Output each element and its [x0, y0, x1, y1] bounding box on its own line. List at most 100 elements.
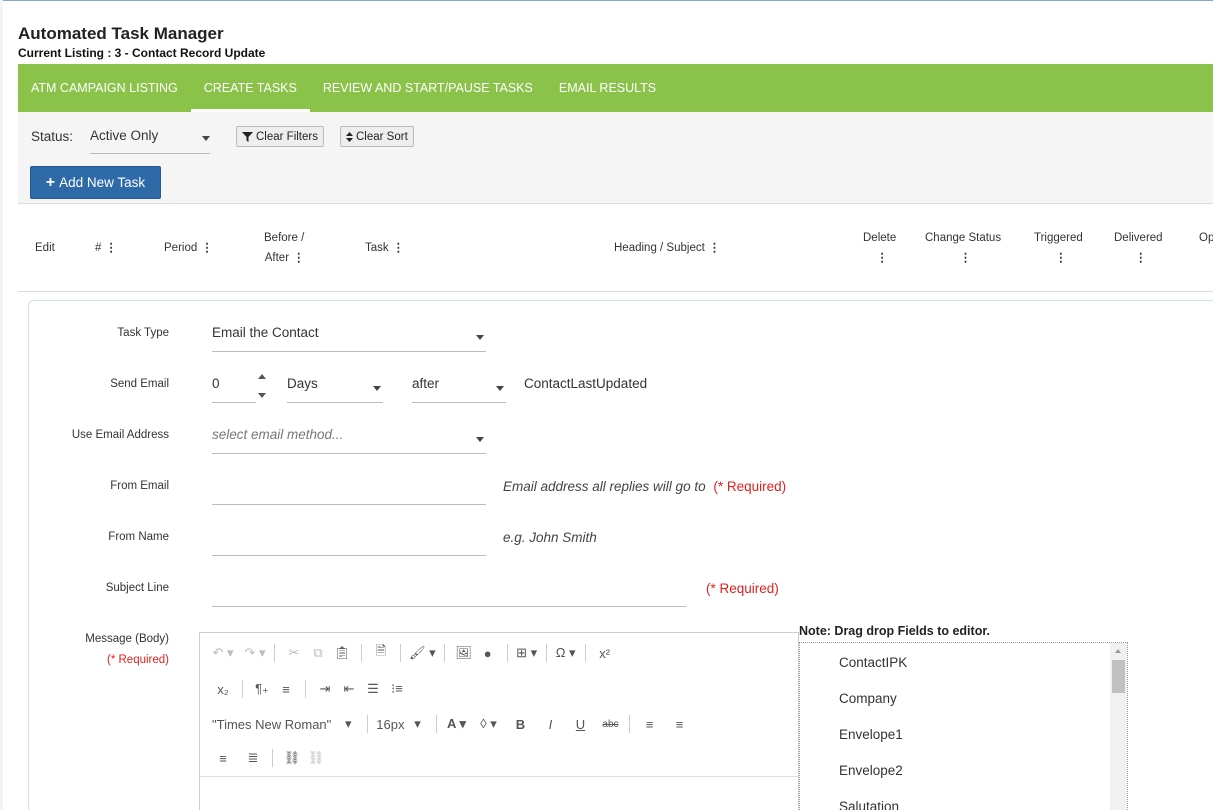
column-menu-icon[interactable]: ⋮ [867, 248, 896, 268]
unordered-list-icon[interactable]: ⁝≡ [386, 678, 408, 700]
col-heading-subject[interactable]: Heading / Subject ⋮ [614, 238, 720, 258]
rich-text-editor[interactable]: ↶ ▾ ↷ ▾ ✂ ⧉ 📋︎ 🗎︎ 🖌︎ ▾ 🖼︎ ● ⊞ ▾ Ω ▾ x² x… [199, 632, 799, 810]
status-select[interactable]: Active Only [90, 124, 210, 154]
col-change-status[interactable]: Change Status ⋮ [925, 228, 1001, 268]
subject-line-input[interactable] [212, 576, 686, 607]
align-center-icon[interactable]: ≡ [668, 713, 690, 735]
underline-icon[interactable]: U [569, 713, 591, 735]
chevron-down-icon [202, 136, 210, 141]
background-color-icon[interactable]: ◊ ▾ [477, 713, 499, 735]
column-menu-icon[interactable]: ⋮ [393, 242, 404, 254]
field-item[interactable]: ContactIPK [839, 655, 907, 670]
unlink-icon[interactable]: ⛓︎ [305, 747, 327, 769]
tab-email-results[interactable]: EMAIL RESULTS [546, 64, 669, 112]
number-stepper[interactable] [257, 373, 267, 399]
send-email-field: ContactLastUpdated [524, 376, 648, 391]
chevron-down-icon[interactable]: ▾ [406, 713, 428, 735]
bold-icon[interactable]: B [509, 713, 531, 735]
outdent-icon[interactable]: ⇤ [338, 678, 360, 700]
message-body-label: Message (Body) [85, 633, 169, 645]
fields-list: ContactIPK Company Envelope1 Envelope2 S… [799, 642, 1128, 810]
copy-icon[interactable]: ⧉ [307, 642, 329, 664]
paste-from-word-icon[interactable]: 🗎︎ [370, 642, 392, 664]
column-menu-icon[interactable]: ⋮ [709, 242, 720, 254]
task-table-header: Edit # ⋮ Period ⋮ Before / After ⋮ Task ⋮ Hea… [18, 204, 1213, 292]
chevron-down-icon [496, 386, 504, 391]
col-delivered[interactable]: Delivered ⋮ [1114, 228, 1163, 268]
special-character-icon[interactable]: Ω ▾ [555, 642, 577, 664]
col-before-after[interactable]: Before / After ⋮ [264, 228, 304, 268]
align-icon[interactable]: ≡ [275, 678, 297, 700]
format-painter-icon[interactable]: 🖌︎ ▾ [409, 642, 436, 664]
status-label: Status: [31, 129, 74, 144]
chevron-down-icon [373, 386, 381, 391]
subject-line-required: (* Required) [706, 581, 779, 596]
tab-create-tasks[interactable]: CREATE TASKS [190, 64, 310, 112]
col-op: Op [1199, 232, 1213, 244]
column-menu-icon[interactable]: ⋮ [929, 248, 1001, 268]
text-color-icon[interactable]: A ▾ [445, 713, 467, 735]
chevron-down-icon[interactable]: ▾ [337, 713, 359, 735]
col-delete[interactable]: Delete ⋮ [863, 228, 896, 268]
col-triggered[interactable]: Triggered ⋮ [1034, 228, 1083, 268]
column-menu-icon[interactable]: ⋮ [1038, 248, 1083, 268]
field-item[interactable]: Company [839, 691, 897, 706]
stepper-arrows-icon [258, 374, 266, 398]
link-icon[interactable]: ⛓︎ [281, 747, 303, 769]
from-name-label: From Name [108, 531, 169, 543]
column-menu-icon[interactable]: ⋮ [1118, 248, 1163, 268]
field-item[interactable]: Salutation [839, 799, 899, 810]
insert-image-icon[interactable]: 🖼︎ [453, 642, 475, 664]
fields-note: Note: Drag drop Fields to editor. [799, 624, 990, 638]
italic-icon[interactable]: I [539, 713, 561, 735]
email-method-select[interactable]: select email method... [212, 423, 486, 454]
task-type-select[interactable]: Email the Contact [212, 321, 486, 352]
column-menu-icon[interactable]: ⋮ [105, 242, 116, 254]
justify-icon[interactable]: ≣ [242, 747, 264, 769]
send-email-relation-select[interactable]: after [412, 372, 506, 403]
insert-table-icon[interactable]: ⊞ ▾ [516, 642, 538, 664]
clear-filters-button[interactable]: Clear Filters [236, 126, 324, 147]
sort-icon [346, 131, 353, 142]
col-task[interactable]: Task ⋮ [365, 238, 404, 258]
tab-review-start-pause[interactable]: REVIEW AND START/PAUSE TASKS [310, 64, 546, 112]
filter-toolbar: Status: Active Only Clear Filters Clear … [18, 112, 1213, 204]
field-item[interactable]: Envelope2 [839, 763, 903, 778]
col-period[interactable]: Period ⋮ [164, 238, 213, 258]
paste-icon[interactable]: 📋︎ [331, 642, 353, 664]
strikethrough-icon[interactable]: abc [599, 713, 621, 735]
redo-icon[interactable]: ↷ ▾ [244, 642, 266, 664]
from-email-input[interactable] [212, 474, 486, 505]
paragraph-format-icon[interactable]: ¶₊ [251, 678, 273, 700]
font-family-select[interactable]: "Times New Roman" [212, 713, 335, 735]
send-email-label: Send Email [110, 378, 169, 390]
ordered-list-icon[interactable]: ☰ [362, 678, 384, 700]
align-left-icon[interactable]: ≡ [638, 713, 660, 735]
column-menu-icon[interactable]: ⋮ [293, 252, 304, 264]
scroll-up-icon[interactable] [1115, 649, 1121, 653]
insert-video-icon[interactable]: ● [477, 642, 499, 664]
field-item[interactable]: Envelope1 [839, 727, 903, 742]
send-email-unit-select[interactable]: Days [287, 372, 383, 403]
superscript-icon[interactable]: x² [594, 642, 616, 664]
tab-atm-campaign-listing[interactable]: ATM CAMPAIGN LISTING [18, 64, 191, 112]
clear-sort-button[interactable]: Clear Sort [340, 126, 414, 147]
from-name-input[interactable] [212, 525, 486, 556]
add-new-task-label: Add New Task [59, 175, 146, 190]
cut-icon[interactable]: ✂ [283, 642, 305, 664]
undo-icon[interactable]: ↶ ▾ [212, 642, 234, 664]
scroll-thumb[interactable] [1112, 660, 1125, 693]
send-email-number-input[interactable]: 0 [212, 372, 256, 403]
fields-scrollbar[interactable] [1110, 643, 1127, 810]
align-right-icon[interactable]: ≡ [212, 747, 234, 769]
subscript-icon[interactable]: x₂ [212, 678, 234, 700]
chevron-down-icon [476, 335, 484, 340]
editor-toolbar-row-1: ↶ ▾ ↷ ▾ ✂ ⧉ 📋︎ 🗎︎ 🖌︎ ▾ 🖼︎ ● ⊞ ▾ Ω ▾ x² [200, 636, 800, 670]
column-menu-icon[interactable]: ⋮ [201, 242, 212, 254]
add-new-task-button[interactable]: + Add New Task [30, 166, 161, 199]
page-header: Automated Task Manager Current Listing :… [18, 24, 265, 60]
indent-icon[interactable]: ⇥ [314, 678, 336, 700]
filter-icon [242, 131, 253, 142]
font-size-select[interactable]: 16px [376, 713, 404, 735]
col-number[interactable]: # ⋮ [95, 238, 117, 258]
